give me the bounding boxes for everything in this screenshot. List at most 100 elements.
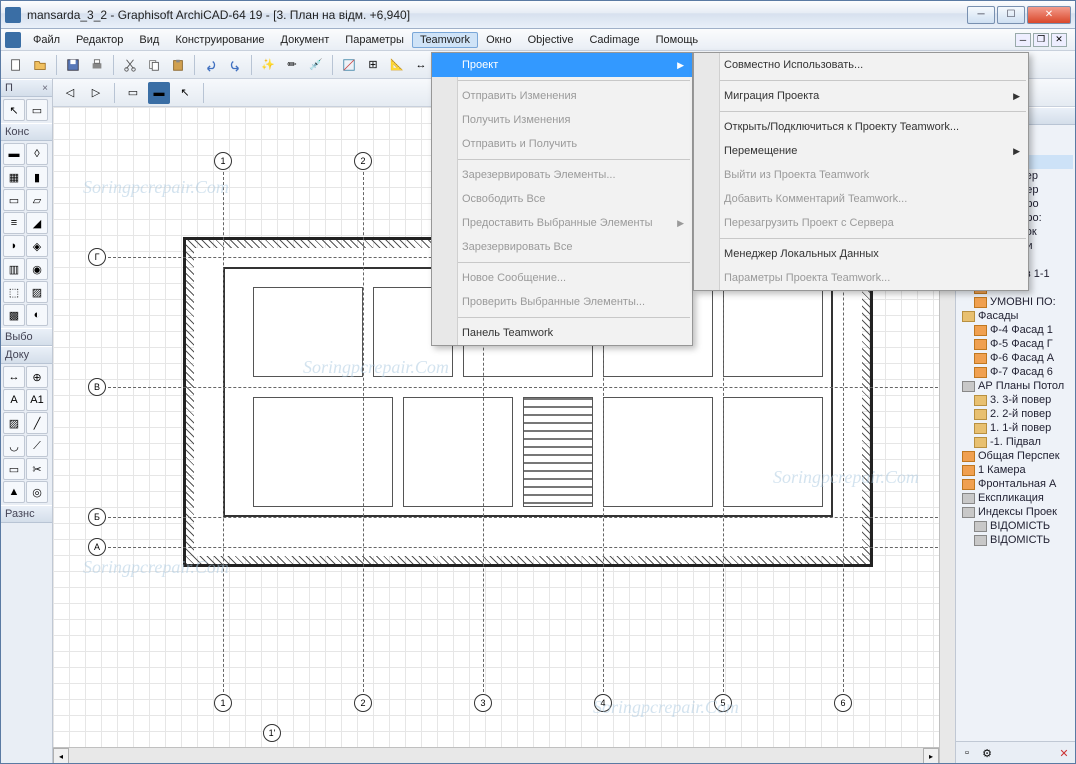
roof-tool[interactable]: ◢	[26, 212, 48, 234]
menu-item[interactable]: Проект▶	[432, 53, 692, 77]
menu-view[interactable]: Вид	[131, 32, 167, 48]
mdi-close[interactable]: ✕	[1051, 33, 1067, 47]
menu-window[interactable]: Окно	[478, 32, 520, 48]
eyedropper-button[interactable]: ✏	[281, 54, 303, 76]
curtainwall-tool[interactable]: ▥	[3, 258, 25, 280]
mdi-restore[interactable]: ❐	[1033, 33, 1049, 47]
tree-item[interactable]: Ф-7 Фасад 6	[958, 365, 1073, 379]
menu-help[interactable]: Помощь	[648, 32, 707, 48]
marquee-mode[interactable]: ▭	[122, 82, 144, 104]
panel-header-2[interactable]: Конс	[1, 123, 52, 141]
tree-item[interactable]: Ф-5 Фасад Г	[958, 337, 1073, 351]
menu-teamwork[interactable]: Teamwork	[412, 32, 478, 48]
drawing-tool[interactable]: ▭	[3, 458, 25, 480]
slab-tool[interactable]: ▱	[26, 189, 48, 211]
tree-item[interactable]: Индексы Проек	[958, 505, 1073, 519]
fill-tool[interactable]: ▨	[3, 412, 25, 434]
select-mode[interactable]: ▬	[148, 82, 170, 104]
view-fwd-button[interactable]: ▷	[85, 82, 107, 104]
arc-tool[interactable]: ◡	[3, 435, 25, 457]
minimize-button[interactable]: ─	[967, 6, 995, 24]
zone-tool[interactable]: ▨	[26, 281, 48, 303]
window-tool[interactable]: ▦	[3, 166, 25, 188]
wall-tool[interactable]: ▬	[3, 143, 25, 165]
tree-item[interactable]: -1. Підвал	[958, 435, 1073, 449]
tree-item[interactable]: Ф-6 Фасад А	[958, 351, 1073, 365]
trace-button[interactable]	[338, 54, 360, 76]
dimension-tool[interactable]: ↔	[3, 366, 25, 388]
tree-item[interactable]: АР Планы Потол	[958, 379, 1073, 393]
panel-header-4[interactable]: Доку	[1, 346, 52, 364]
panel-header-3[interactable]: Выбо	[1, 328, 52, 346]
panel-header-5[interactable]: Разнс	[1, 505, 52, 523]
undo-button[interactable]	[200, 54, 222, 76]
tree-item[interactable]: Общая Перспек	[958, 449, 1073, 463]
shell-tool[interactable]: ◗	[3, 235, 25, 257]
app-menu-icon[interactable]	[5, 32, 21, 48]
text-tool[interactable]: A	[3, 389, 25, 411]
menu-item[interactable]: Совместно Использовать...	[694, 53, 1028, 77]
tree-item[interactable]: Експликация	[958, 491, 1073, 505]
menu-item[interactable]: Панель Teamwork	[432, 321, 692, 345]
menu-options[interactable]: Параметры	[337, 32, 412, 48]
tree-item[interactable]: 3. 3-й повер	[958, 393, 1073, 407]
horizontal-scrollbar[interactable]: ◂ ▸	[53, 747, 939, 763]
menu-file[interactable]: Файл	[25, 32, 68, 48]
tree-item[interactable]: УМОВНІ ПО:	[958, 295, 1073, 309]
cursor-mode[interactable]: ↖	[174, 82, 196, 104]
copy-button[interactable]	[143, 54, 165, 76]
panel-header-1[interactable]: П×	[1, 79, 52, 97]
menu-document[interactable]: Документ	[273, 32, 338, 48]
tree-item[interactable]: 1 Камера	[958, 463, 1073, 477]
tree-item[interactable]: ВІДОМІСТЬ	[958, 533, 1073, 547]
tree-item[interactable]: ВІДОМІСТЬ	[958, 519, 1073, 533]
polyline-tool[interactable]: ⟋	[26, 435, 48, 457]
mdi-minimize[interactable]: ─	[1015, 33, 1031, 47]
menu-item[interactable]: Открыть/Подключиться к Проекту Teamwork.…	[694, 115, 1028, 139]
stair-tool[interactable]: ≡	[3, 212, 25, 234]
syringe-button[interactable]: 💉	[305, 54, 327, 76]
maximize-button[interactable]: ☐	[997, 6, 1025, 24]
dimension-button[interactable]: ↔	[410, 54, 432, 76]
nav-settings-button[interactable]: ⚙	[978, 744, 996, 762]
arrow-tool[interactable]: ↖	[3, 99, 25, 121]
paste-button[interactable]	[167, 54, 189, 76]
elevation-tool[interactable]: ▲	[3, 481, 25, 503]
label-tool[interactable]: A1	[26, 389, 48, 411]
new-button[interactable]	[5, 54, 27, 76]
morph-tool[interactable]: ◉	[26, 258, 48, 280]
menu-editor[interactable]: Редактор	[68, 32, 131, 48]
print-button[interactable]	[86, 54, 108, 76]
section-tool[interactable]: ✂	[26, 458, 48, 480]
mesh-tool[interactable]: ▩	[3, 304, 25, 326]
nav-new-button[interactable]: ▫	[958, 744, 976, 762]
scroll-right-button[interactable]: ▸	[923, 748, 939, 763]
tree-item[interactable]: Ф-4 Фасад 1	[958, 323, 1073, 337]
save-button[interactable]	[62, 54, 84, 76]
tree-item[interactable]: Фасады	[958, 309, 1073, 323]
menu-design[interactable]: Конструирование	[167, 32, 272, 48]
scroll-left-button[interactable]: ◂	[53, 748, 69, 763]
redo-button[interactable]	[224, 54, 246, 76]
object-tool[interactable]: ⬚	[3, 281, 25, 303]
menu-item[interactable]: Миграция Проекта▶	[694, 84, 1028, 108]
view-back-button[interactable]: ◁	[59, 82, 81, 104]
menu-cadimage[interactable]: Cadimage	[581, 32, 647, 48]
column-tool[interactable]: ▮	[26, 166, 48, 188]
nav-delete-button[interactable]: ✕	[1055, 744, 1073, 762]
tree-item[interactable]: Фронтальная А	[958, 477, 1073, 491]
magic-wand-button[interactable]: ✨	[257, 54, 279, 76]
menu-objective[interactable]: Objective	[520, 32, 582, 48]
cut-button[interactable]	[119, 54, 141, 76]
menu-item[interactable]: Менеджер Локальных Данных	[694, 242, 1028, 266]
open-button[interactable]	[29, 54, 51, 76]
tree-item[interactable]: 1. 1-й повер	[958, 421, 1073, 435]
detail-tool[interactable]: ◎	[26, 481, 48, 503]
line-tool[interactable]: ╱	[26, 412, 48, 434]
beam-tool[interactable]: ▭	[3, 189, 25, 211]
skylight-tool[interactable]: ◈	[26, 235, 48, 257]
lamp-tool[interactable]: ◐	[26, 304, 48, 326]
tree-item[interactable]: 2. 2-й повер	[958, 407, 1073, 421]
door-tool[interactable]: ◊	[26, 143, 48, 165]
level-tool[interactable]: ⊕	[26, 366, 48, 388]
